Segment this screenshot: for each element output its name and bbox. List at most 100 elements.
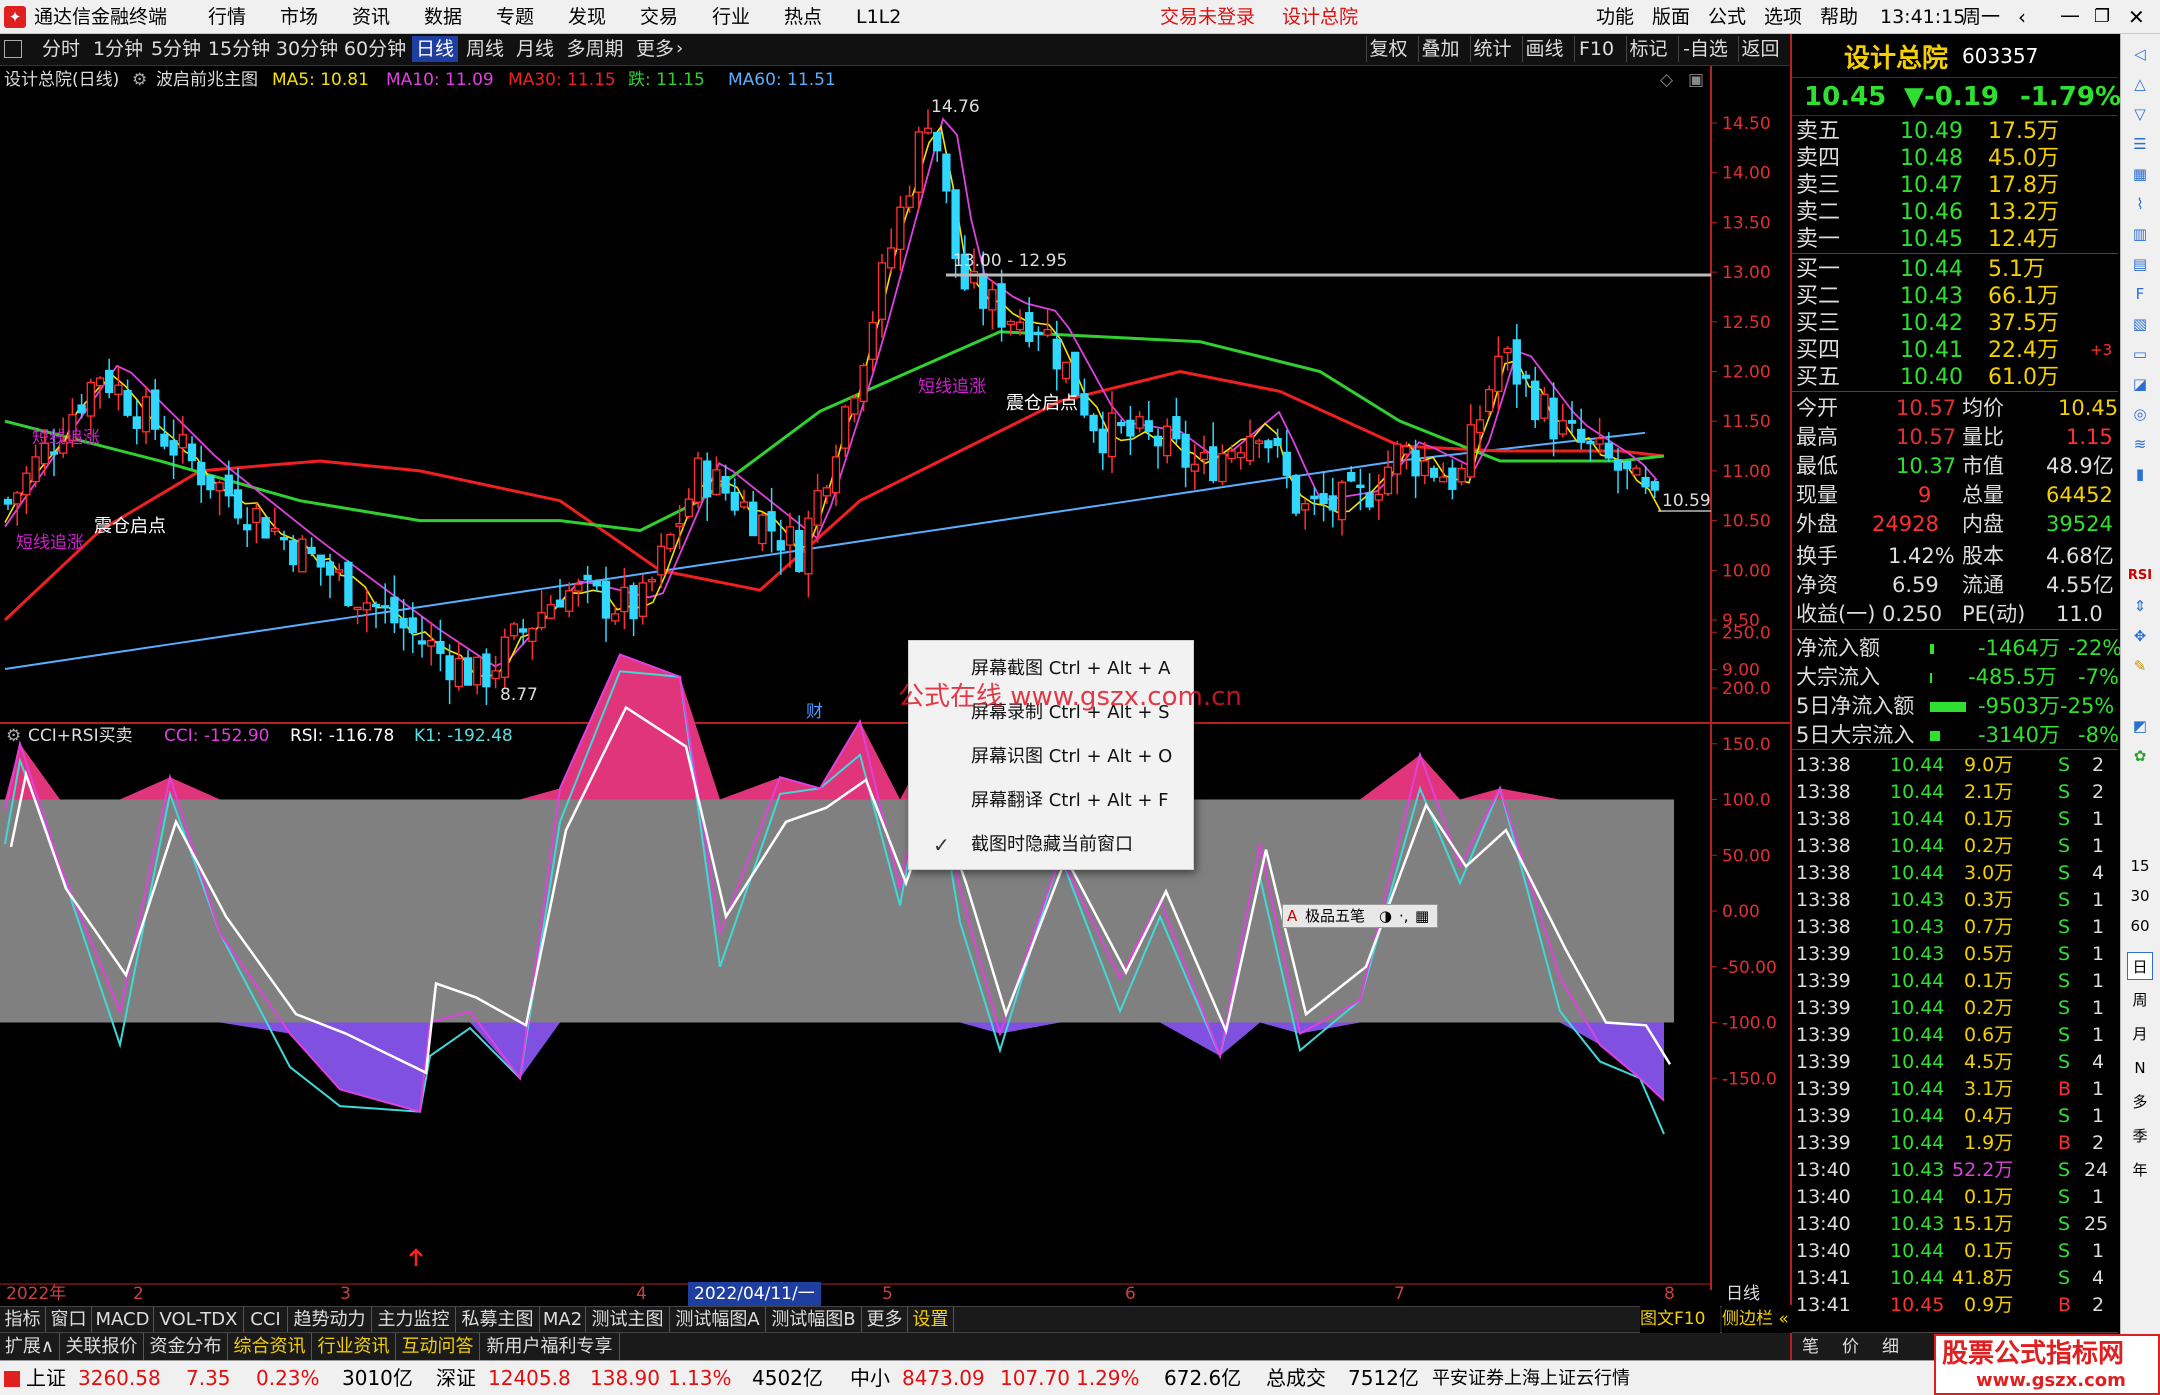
- ext-hudong[interactable]: 互动问答: [396, 1333, 480, 1361]
- ext-zijin[interactable]: 资金分布: [144, 1333, 228, 1361]
- tab-macd[interactable]: MACD: [92, 1307, 154, 1333]
- period-60min[interactable]: 60分钟: [342, 36, 408, 62]
- tab-test-a[interactable]: 测试幅图A: [670, 1307, 766, 1333]
- period-multi[interactable]: 多周期: [562, 36, 628, 62]
- menu-shichang[interactable]: 市场: [280, 0, 318, 34]
- period-daily[interactable]: 日线: [412, 36, 458, 62]
- list-icon[interactable]: ☰: [2127, 130, 2153, 158]
- tab-settings[interactable]: 设置: [908, 1307, 954, 1333]
- tab-sidebar[interactable]: 侧边栏 «: [1722, 1305, 1792, 1333]
- document-icon[interactable]: ▭: [2127, 340, 2153, 368]
- tool-diejia[interactable]: 叠加: [1418, 36, 1462, 62]
- candle-dark-icon[interactable]: ▮: [2127, 460, 2153, 488]
- gear-green-icon[interactable]: ✿: [2127, 742, 2153, 770]
- menu-l1l2[interactable]: L1L2: [856, 0, 901, 34]
- tab-test-b[interactable]: 测试幅图B: [766, 1307, 862, 1333]
- ext-fuli[interactable]: 新用户福利专享: [480, 1333, 620, 1361]
- tool-fanhui[interactable]: 返回: [1738, 36, 1782, 62]
- menu-screen-translate[interactable]: 屏幕翻译 Ctrl + Alt + F: [909, 779, 1195, 823]
- tab-chuangkou[interactable]: 窗口: [46, 1307, 92, 1333]
- ribbon-60[interactable]: 60: [2127, 912, 2153, 940]
- ask-row[interactable]: 卖三 10.47 17.8万: [1792, 172, 2118, 199]
- ribbon-month[interactable]: 月: [2127, 1020, 2153, 1048]
- diamond-icon[interactable]: ◇: [1660, 68, 1673, 92]
- menu-zhuanti[interactable]: 专题: [496, 0, 534, 34]
- ribbon-n[interactable]: N: [2127, 1054, 2153, 1082]
- index-zx-name[interactable]: 中小: [850, 1361, 890, 1395]
- target-icon[interactable]: ◎: [2127, 400, 2153, 428]
- wave-icon[interactable]: ≋: [2127, 430, 2153, 458]
- ime-label[interactable]: 极品五笔: [1305, 905, 1365, 927]
- grid-icon[interactable]: ▦: [2127, 160, 2153, 188]
- ribbon-year[interactable]: 年: [2127, 1156, 2153, 1184]
- move-icon[interactable]: ✥: [2127, 622, 2153, 650]
- ribbon-season[interactable]: 季: [2127, 1122, 2153, 1150]
- period-more[interactable]: 更多: [632, 36, 678, 62]
- panel-toggle-icon[interactable]: [4, 40, 22, 58]
- tab-cci[interactable]: CCI: [244, 1307, 288, 1333]
- ribbon-day[interactable]: 日: [2127, 952, 2153, 980]
- tab-zhuli[interactable]: 主力监控: [372, 1307, 456, 1333]
- index-sh-name[interactable]: 上证: [26, 1361, 66, 1395]
- ext-guanlian[interactable]: 关联报价: [60, 1333, 144, 1361]
- tab-simu[interactable]: 私募主图: [456, 1307, 540, 1333]
- tab-xi[interactable]: 细: [1882, 1333, 1899, 1361]
- table-icon[interactable]: ▤: [2127, 250, 2153, 278]
- menu-banmian[interactable]: 版面: [1652, 0, 1690, 34]
- tab-qushi[interactable]: 趋势动力: [288, 1307, 372, 1333]
- fs-icon[interactable]: ◪: [2127, 370, 2153, 398]
- restore-icon[interactable]: ❐: [2094, 0, 2110, 34]
- candle-icon[interactable]: ▥: [2127, 220, 2153, 248]
- tab-more[interactable]: 更多: [862, 1307, 908, 1333]
- chart-icon[interactable]: ▧: [2127, 310, 2153, 338]
- arrow-up-icon[interactable]: △: [2127, 70, 2153, 98]
- menu-hangqing[interactable]: 行情: [208, 0, 246, 34]
- ime-moon-icon[interactable]: ◑: [1379, 905, 1392, 927]
- line-chart-icon[interactable]: ⌇: [2127, 190, 2153, 218]
- formula-name[interactable]: 波启前兆主图: [156, 68, 258, 92]
- pen-icon[interactable]: ✎: [2127, 652, 2153, 680]
- ext-hangye[interactable]: 行业资讯: [312, 1333, 396, 1361]
- ime-letter-icon[interactable]: A: [1287, 905, 1297, 927]
- tab-bi[interactable]: 笔: [1802, 1333, 1819, 1361]
- minimize-icon[interactable]: —: [2060, 0, 2080, 30]
- fs2-icon[interactable]: ◩: [2127, 712, 2153, 740]
- ask-row[interactable]: 卖一 10.45 12.4万: [1792, 226, 2118, 253]
- menu-faxian[interactable]: 发现: [568, 0, 606, 34]
- ext-zonghe[interactable]: 综合资讯: [228, 1333, 312, 1361]
- tool-huaxian[interactable]: 画线: [1522, 36, 1566, 62]
- period-5min[interactable]: 5分钟: [148, 36, 204, 62]
- tool-fuquan[interactable]: 复权: [1366, 36, 1410, 62]
- menu-screen-ocr[interactable]: 屏幕识图 Ctrl + Alt + O: [909, 735, 1195, 779]
- indicator-settings-icon[interactable]: ⚙: [6, 724, 21, 748]
- ribbon-rsi[interactable]: RSI: [2127, 562, 2153, 590]
- ribbon-30[interactable]: 30: [2127, 882, 2153, 910]
- up-down-icon[interactable]: ⇕: [2127, 592, 2153, 620]
- tool-zixuan[interactable]: -自选: [1678, 36, 1732, 62]
- ime-keyboard-icon[interactable]: ▦: [1415, 905, 1429, 927]
- period-fenshi[interactable]: 分时: [38, 36, 84, 62]
- window-icon[interactable]: ▣: [1688, 68, 1704, 92]
- tab-vol-tdx[interactable]: VOL-TDX: [154, 1307, 244, 1333]
- bid-row[interactable]: 买一 10.44 5.1万: [1792, 256, 2118, 283]
- menu-gongshi[interactable]: 公式: [1708, 0, 1746, 34]
- ime-punct-icon[interactable]: ·,: [1399, 905, 1409, 927]
- ask-row[interactable]: 卖二 10.46 13.2万: [1792, 199, 2118, 226]
- menu-hangye[interactable]: 行业: [712, 0, 750, 34]
- arrow-left-icon[interactable]: ◁: [2127, 40, 2153, 68]
- tool-f10[interactable]: F10: [1574, 36, 1618, 62]
- menu-shuju[interactable]: 数据: [424, 0, 462, 34]
- tab-zhibiao[interactable]: 指标: [0, 1307, 46, 1333]
- broker-name[interactable]: 平安证券上海上证云行情: [1432, 1361, 1630, 1395]
- menu-redian[interactable]: 热点: [784, 0, 822, 34]
- close-icon[interactable]: ✕: [2128, 0, 2145, 34]
- menu-hide-window[interactable]: 截图时隐藏当前窗口: [909, 823, 1195, 867]
- period-weekly[interactable]: 周线: [462, 36, 508, 62]
- ask-row[interactable]: 卖五 10.49 17.5万: [1792, 118, 2118, 145]
- ribbon-15[interactable]: 15: [2127, 852, 2153, 880]
- period-30min[interactable]: 30分钟: [274, 36, 340, 62]
- bid-row[interactable]: 买三 10.42 37.5万: [1792, 310, 2118, 337]
- ext-expand[interactable]: 扩展∧: [0, 1333, 60, 1361]
- ribbon-week[interactable]: 周: [2127, 986, 2153, 1014]
- menu-xuanxiang[interactable]: 选项: [1764, 0, 1802, 34]
